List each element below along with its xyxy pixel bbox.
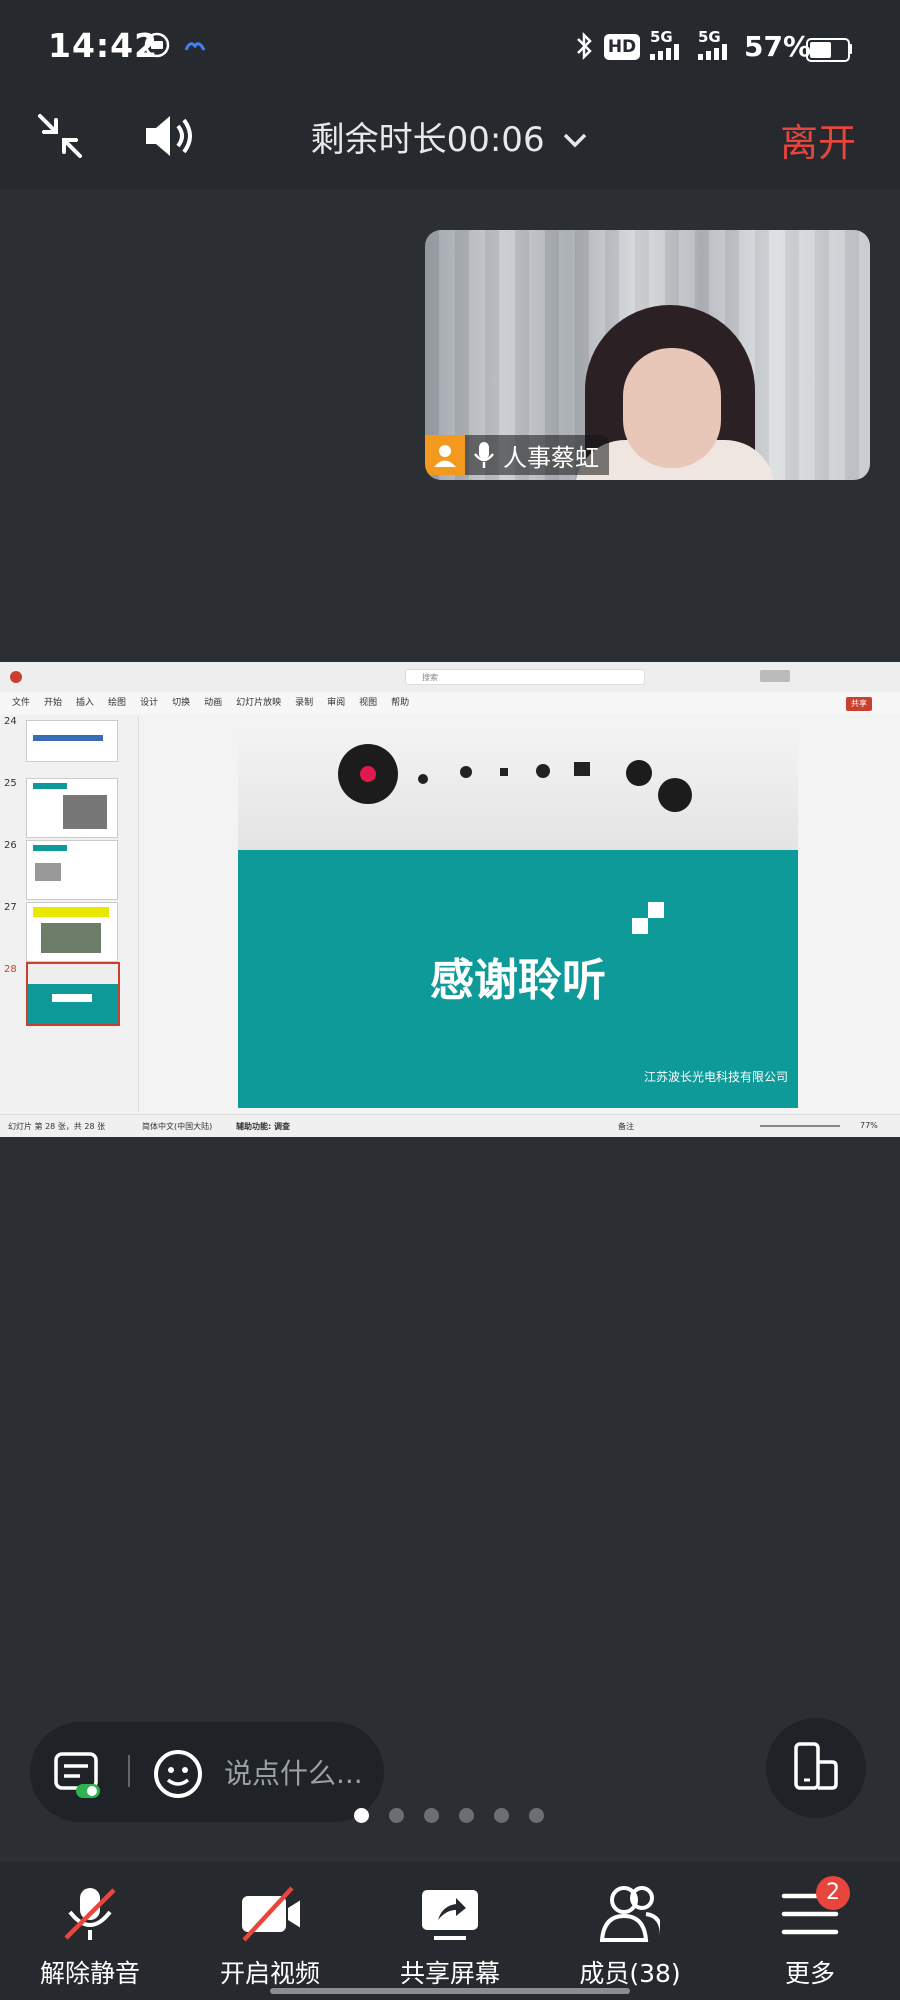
ppt-search-input: 搜索 bbox=[405, 669, 645, 685]
ppt-slide-counter: 幻灯片 第 28 张，共 28 张 bbox=[8, 1122, 106, 1131]
participant-figure bbox=[623, 348, 721, 468]
shared-screen[interactable]: 搜索 文件 开始 插入 绘图 设计 切换 动画 幻灯片放映 录制 审阅 视图 帮… bbox=[0, 662, 900, 1137]
page-dot[interactable] bbox=[424, 1808, 439, 1823]
thumbnail-number: 25 bbox=[4, 778, 17, 789]
bluetooth-icon bbox=[577, 31, 592, 61]
thumbnail-number: 24 bbox=[4, 716, 17, 727]
thumbnail-number: 26 bbox=[4, 840, 17, 851]
rotate-phone-icon bbox=[794, 1742, 838, 1790]
slide-decor-square bbox=[632, 918, 648, 934]
slide-product-photo bbox=[238, 722, 798, 850]
slide-decor-square bbox=[648, 902, 664, 918]
members-label: 成员(38) bbox=[579, 1959, 681, 1988]
slide-company: 江苏波长光电科技有限公司 bbox=[643, 1070, 788, 1084]
ppt-zoom-slider bbox=[760, 1125, 840, 1127]
remaining-time-label: 剩余时长00:06 bbox=[310, 120, 545, 160]
hd-voice-icon: HD bbox=[604, 34, 640, 60]
ppt-menu-item: 动画 bbox=[204, 698, 223, 708]
leave-button[interactable]: 离开 bbox=[780, 112, 856, 167]
ppt-menu-item: 切换 bbox=[172, 698, 191, 708]
slide-thumbnail bbox=[26, 840, 118, 900]
bottom-toolbar: 解除静音 开启视频 共享屏幕 成员(38) 更多 bbox=[0, 1862, 900, 2000]
cloud-app-icon bbox=[184, 42, 206, 51]
rotate-screen-button[interactable] bbox=[766, 1718, 866, 1818]
current-slide: 感谢聆听 江苏波长光电科技有限公司 bbox=[238, 722, 798, 1108]
ppt-zoom-level: 77% bbox=[860, 1121, 878, 1130]
signal-icon bbox=[698, 44, 727, 60]
chat-divider bbox=[128, 1755, 130, 1787]
ppt-menu-item: 绘图 bbox=[108, 698, 127, 708]
ppt-share-button: 共享 bbox=[846, 697, 872, 711]
page-dot-active[interactable] bbox=[354, 1808, 369, 1823]
slide-thumbnail-pane: 24 25 26 27 28 bbox=[0, 716, 139, 1112]
participant-name: 人事蔡虹 bbox=[503, 443, 599, 472]
ppt-menu-item: 插入 bbox=[76, 698, 95, 708]
app-notification-icon bbox=[144, 32, 170, 58]
remaining-time[interactable]: 剩余时长00:06 bbox=[0, 112, 900, 161]
start-video-button[interactable]: 开启视频 bbox=[180, 1862, 360, 2000]
battery-tip bbox=[848, 44, 852, 54]
slide-thumbnail-active bbox=[26, 962, 120, 1026]
chevron-down-icon bbox=[564, 133, 587, 148]
share-screen-button[interactable]: 共享屏幕 bbox=[360, 1862, 540, 2000]
ppt-language: 简体中文(中国大陆) bbox=[142, 1122, 213, 1131]
page-dot[interactable] bbox=[389, 1808, 404, 1823]
thumbnail-number: 27 bbox=[4, 902, 17, 913]
chat-placeholder[interactable]: 说点什么... bbox=[224, 1752, 363, 1792]
microphone-muted-icon bbox=[64, 1888, 116, 1940]
participant-video-tile[interactable]: 人事蔡虹 bbox=[425, 230, 870, 480]
ppt-menu-item: 设计 bbox=[140, 698, 159, 708]
emoji-icon[interactable] bbox=[152, 1748, 204, 1800]
page-dot[interactable] bbox=[529, 1808, 544, 1823]
login-button bbox=[760, 670, 790, 682]
thumbnail-number: 28 bbox=[4, 964, 17, 975]
more-label: 更多 bbox=[784, 1959, 835, 1988]
host-avatar-icon bbox=[425, 435, 465, 475]
powerpoint-icon bbox=[10, 671, 22, 683]
members-icon bbox=[600, 1886, 660, 1942]
page-dot[interactable] bbox=[459, 1808, 474, 1823]
slide-thumbnail bbox=[26, 720, 118, 762]
status-time: 14:42 bbox=[48, 26, 159, 65]
ppt-menu-item: 录制 bbox=[295, 698, 314, 708]
ppt-menu-bar: 文件 开始 插入 绘图 设计 切换 动画 幻灯片放映 录制 审阅 视图 帮助 bbox=[0, 692, 900, 714]
ppt-menu-item: 帮助 bbox=[391, 698, 410, 708]
ppt-status-bar: 幻灯片 第 28 张，共 28 张 简体中文(中国大陆) 辅助功能: 调查 备注… bbox=[0, 1114, 900, 1137]
ppt-menu-item: 视图 bbox=[359, 698, 378, 708]
signal-icon bbox=[650, 44, 679, 60]
camera-off-icon bbox=[242, 1886, 300, 1942]
home-indicator[interactable] bbox=[270, 1988, 630, 1994]
slide-thumbnail bbox=[26, 778, 118, 838]
more-button[interactable]: 更多 bbox=[720, 1862, 900, 2000]
battery-percent: 57% bbox=[744, 30, 812, 63]
ppt-menu-item: 幻灯片放映 bbox=[236, 698, 282, 708]
battery-fill bbox=[810, 42, 831, 58]
participant-name-tag: 人事蔡虹 bbox=[425, 435, 609, 475]
slide-title: 感谢聆听 bbox=[430, 955, 606, 1006]
ppt-accessibility: 辅助功能: 调查 bbox=[236, 1122, 290, 1131]
subtitle-toggle-icon[interactable] bbox=[54, 1752, 102, 1800]
unmute-label: 解除静音 bbox=[39, 1959, 140, 1988]
notification-badge: 2 bbox=[816, 1876, 850, 1910]
microphone-icon bbox=[474, 442, 494, 468]
start-video-label: 开启视频 bbox=[219, 1959, 320, 1988]
ppt-menu-item: 审阅 bbox=[327, 698, 346, 708]
page-dot[interactable] bbox=[494, 1808, 509, 1823]
slide-thumbnail bbox=[26, 902, 118, 962]
battery-icon bbox=[806, 38, 850, 62]
ppt-menu-item: 文件 bbox=[12, 698, 31, 708]
share-screen-icon bbox=[422, 1890, 478, 1940]
members-button[interactable]: 成员(38) bbox=[540, 1862, 720, 2000]
ppt-menu-item: 开始 bbox=[44, 698, 63, 708]
ppt-notes-button: 备注 bbox=[618, 1122, 634, 1131]
page-indicator bbox=[354, 1808, 544, 1823]
unmute-button[interactable]: 解除静音 bbox=[0, 1862, 180, 2000]
share-screen-label: 共享屏幕 bbox=[399, 1959, 500, 1988]
